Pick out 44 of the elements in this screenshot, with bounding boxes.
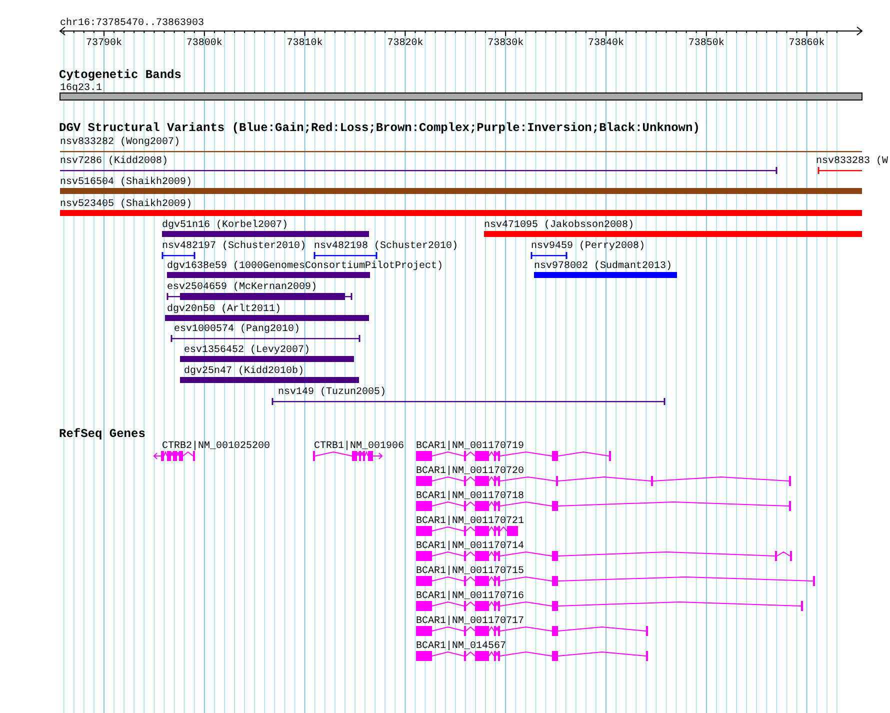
track-title: DGV Structural Variants (Blue:Gain;Red:Loss;Brown:Complex;Purple:Inversion;Black:Unknown): [59, 121, 700, 135]
gene-label: BCAR1|NM_001170717: [416, 616, 524, 627]
gene-label: BCAR1|NM_014567: [416, 641, 506, 652]
variant-label: dgv1638e59 (1000GenomesConsortiumPilotProject): [167, 261, 444, 272]
gene-label: BCAR1|NM_001170714: [416, 541, 524, 552]
variant-label: dgv20n50 (Arlt2011): [167, 304, 282, 315]
variant-label: nsv149 (Tuzun2005): [278, 387, 386, 398]
gene-model: [313, 450, 383, 461]
variant-label: nsv833282 (Wong2007): [60, 137, 180, 148]
variant-label: esv1000574 (Pang2010): [174, 324, 300, 335]
variant-label: dgv51n16 (Korbel2007): [162, 220, 288, 231]
gene-label: BCAR1|NM_001170716: [416, 591, 524, 602]
variant-label: nsv833283 (W: [816, 156, 888, 167]
tick-label: 73800k: [186, 38, 222, 49]
tick-label: 73790k: [86, 38, 122, 49]
band-label: 16q23.1: [60, 83, 102, 94]
tick-label: 73850k: [688, 38, 724, 49]
tick-label: 73820k: [387, 38, 424, 49]
variant-label: nsv978002 (Sudmant2013): [534, 261, 672, 272]
variant-label: nsv9459 (Perry2008): [531, 241, 646, 252]
variant-label: nsv516504 (Shaikh2009): [60, 177, 192, 188]
track-title: Cytogenetic Bands: [59, 68, 182, 82]
gene-label: CTRB1|NM_001906: [314, 441, 404, 452]
variant-label: esv2504659 (McKernan2009): [167, 282, 318, 293]
gene-label: BCAR1|NM_001170720: [416, 466, 524, 477]
variant-label: nsv482197 (Schuster2010): [162, 241, 306, 252]
variant-label: nsv7286 (Kidd2008): [60, 156, 168, 167]
tick-label: 73830k: [488, 38, 524, 49]
gene-label: BCAR1|NM_001170719: [416, 441, 524, 452]
gene-label: BCAR1|NM_001170715: [416, 566, 524, 577]
track-title: RefSeq Genes: [59, 427, 146, 441]
tick-label: 73860k: [788, 38, 825, 49]
gene-label: BCAR1|NM_001170718: [416, 491, 524, 502]
variant-label: dgv25n47 (Kidd2010b): [184, 366, 304, 377]
tick-label: 73840k: [588, 38, 624, 49]
variant-label: nsv471095 (Jakobsson2008): [484, 220, 634, 231]
ruler-title: chr16:73785470..73863903: [60, 18, 204, 29]
variant-label: esv1356452 (Levy2007): [184, 345, 310, 356]
gene-label: BCAR1|NM_001170721: [416, 516, 524, 527]
gene-label: CTRB2|NM_001025200: [162, 441, 270, 452]
tick-label: 73810k: [286, 38, 323, 49]
gene-model: [153, 450, 195, 461]
variant-label: nsv523405 (Shaikh2009): [60, 199, 192, 210]
variant-label: nsv482198 (Schuster2010): [314, 241, 458, 252]
